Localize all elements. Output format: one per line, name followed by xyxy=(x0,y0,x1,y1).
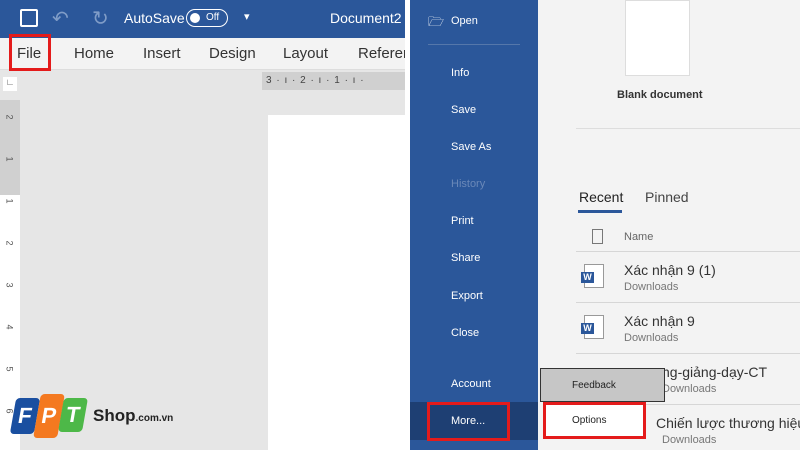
nav-save-as[interactable]: Save As xyxy=(451,141,491,153)
ruler-tick-label: 1 xyxy=(4,156,15,162)
customize-qat-icon[interactable]: ▾ xyxy=(244,10,250,23)
feedback-item[interactable]: Feedback xyxy=(540,368,665,402)
undo-icon[interactable]: ↶ xyxy=(52,6,69,31)
save-icon[interactable] xyxy=(20,9,38,27)
folder-open-icon: 🗁 xyxy=(428,14,445,29)
file-icon xyxy=(592,229,603,244)
more-highlight xyxy=(427,402,510,441)
ruler-tick-label: 3 xyxy=(4,282,15,288)
word-file-icon: W xyxy=(581,264,604,288)
tab-insert[interactable]: Insert xyxy=(143,45,181,62)
nav-history: History xyxy=(451,178,486,190)
recent-file-row[interactable]: W Xác nhận 9 Downloads xyxy=(576,302,800,353)
ruler-tick-label: 2 xyxy=(4,240,15,246)
nav-print[interactable]: Print xyxy=(451,215,474,227)
recent-file-row[interactable]: W Xác nhận 9 (1) Downloads xyxy=(576,251,800,302)
ribbon-tabs: File Home Insert Design Layout Referen xyxy=(0,38,405,70)
fpt-shop-logo: F P T Shop.com.vn xyxy=(9,394,173,440)
document-page[interactable] xyxy=(268,115,405,450)
ruler-tick-label: 4 xyxy=(4,324,15,330)
file-highlight xyxy=(9,34,51,71)
blank-document-label[interactable]: Blank document xyxy=(617,89,703,101)
tab-layout[interactable]: Layout xyxy=(283,45,328,62)
ruler-tick-label: 2 xyxy=(4,114,15,120)
name-column-header[interactable]: Name xyxy=(624,231,653,243)
horizontal-ruler[interactable]: 3 · ı · 2 · ı · 1 · ı · xyxy=(262,72,405,90)
nav-open[interactable]: Open xyxy=(451,15,478,27)
ruler-tick-label: 5 xyxy=(4,366,15,372)
nav-account[interactable]: Account xyxy=(451,378,491,390)
nav-close[interactable]: Close xyxy=(451,327,479,339)
tab-recent[interactable]: Recent xyxy=(579,189,623,205)
ruler-tick-label: 1 xyxy=(4,198,15,204)
blank-document-thumbnail[interactable] xyxy=(625,0,690,76)
backstage-nav: 🗁 Open Info Save Save As History Print S… xyxy=(410,0,538,450)
word-window: ↶ ↻ AutoSave Off ▾ Document2 File Home I… xyxy=(0,0,405,450)
word-file-icon: W xyxy=(581,315,604,339)
options-item[interactable]: Options xyxy=(543,402,646,439)
title-bar: ↶ ↻ AutoSave Off ▾ Document2 xyxy=(0,0,405,38)
nav-save[interactable]: Save xyxy=(451,104,476,116)
tab-references[interactable]: Referen xyxy=(358,45,405,62)
more-menu-popup: Feedback Options xyxy=(540,368,666,440)
nav-export[interactable]: Export xyxy=(451,290,483,302)
tab-selector-icon[interactable]: ∟ xyxy=(3,77,17,91)
autosave-toggle[interactable]: Off xyxy=(186,9,228,27)
redo-icon[interactable]: ↻ xyxy=(92,6,109,31)
tab-pinned[interactable]: Pinned xyxy=(645,189,689,205)
nav-info[interactable]: Info xyxy=(451,67,469,79)
tab-design[interactable]: Design xyxy=(209,45,256,62)
tab-home[interactable]: Home xyxy=(74,45,114,62)
nav-share[interactable]: Share xyxy=(451,252,480,264)
autosave-label: AutoSave xyxy=(124,10,185,26)
document-title: Document2 xyxy=(330,10,402,26)
